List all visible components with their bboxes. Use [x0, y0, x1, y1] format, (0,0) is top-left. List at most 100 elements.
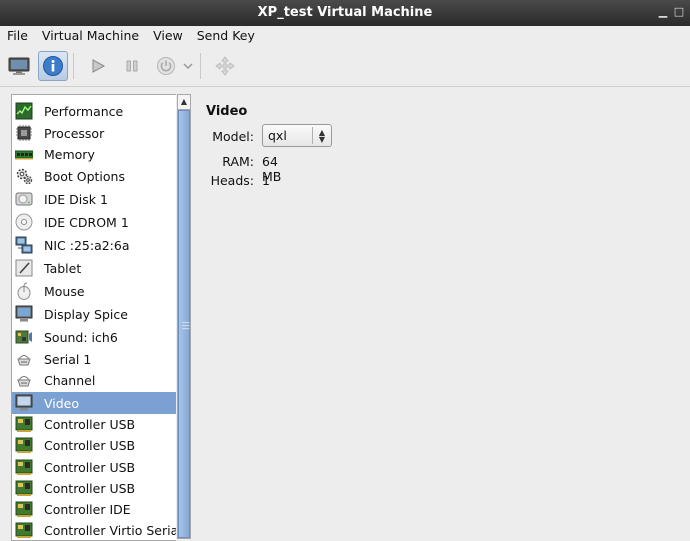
processor-icon — [16, 125, 32, 141]
hardware-list: Performance Processor Memory Boot Option… — [11, 94, 176, 541]
hardware-item-channel[interactable]: Channel — [12, 369, 176, 391]
hardware-item-label: Channel — [44, 372, 96, 388]
hardware-item-display-spice[interactable]: Display Spice — [12, 303, 176, 325]
ram-label: RAM: — [222, 154, 254, 169]
hardware-item-label: IDE Disk 1 — [44, 191, 108, 207]
controller-card-icon — [15, 459, 33, 475]
controller-card-icon — [15, 480, 33, 496]
sound-card-icon — [15, 330, 32, 344]
hardware-item-label: Video — [44, 395, 80, 411]
hardware-item-processor[interactable]: Processor — [12, 122, 176, 144]
hardware-item-video[interactable]: Video — [12, 392, 176, 414]
controller-card-icon — [15, 437, 33, 453]
console-view-button[interactable] — [4, 51, 34, 81]
details-view-button[interactable] — [38, 51, 68, 81]
hardware-item-memory[interactable]: Memory — [12, 143, 176, 165]
details-view-icon — [43, 56, 63, 76]
hardware-item-controller-virtio-serial[interactable]: Controller Virtio Serial — [12, 519, 176, 540]
hardware-item-controller-usb[interactable]: Controller USB — [12, 477, 176, 499]
hardware-item-label: Processor — [44, 125, 105, 141]
hardware-item-controller-usb[interactable]: Controller USB — [12, 413, 176, 435]
hardware-item-label: Boot Options — [44, 168, 125, 184]
hardware-item-mouse[interactable]: Mouse — [12, 280, 176, 302]
tablet-icon — [15, 259, 33, 277]
hard-disk-icon — [15, 192, 33, 206]
hardware-item-controller-usb[interactable]: Controller USB — [12, 456, 176, 478]
hardware-item-ide-disk-1[interactable]: IDE Disk 1 — [12, 188, 176, 210]
run-icon — [92, 59, 106, 73]
hardware-item-nic[interactable]: NIC :25:a2:6a — [12, 234, 176, 256]
controller-card-icon — [15, 501, 33, 517]
pause-icon — [126, 60, 138, 72]
menubar: File Virtual Machine View Send Key — [0, 26, 690, 46]
performance-icon — [15, 102, 33, 120]
run-button[interactable] — [83, 51, 113, 81]
minimize-icon[interactable]: ▁ — [656, 5, 670, 19]
hardware-item-label: Performance — [44, 103, 124, 119]
hardware-item-label: Mouse — [44, 283, 85, 299]
hardware-item-tablet[interactable]: Tablet — [12, 257, 176, 279]
menu-virtual-machine[interactable]: Virtual Machine — [35, 26, 146, 46]
hardware-item-label: IDE CDROM 1 — [44, 214, 129, 230]
section-title: Video — [206, 104, 248, 119]
monitor-icon — [15, 305, 33, 322]
menu-send-key[interactable]: Send Key — [190, 26, 262, 46]
scrollbar-thumb[interactable]: — — — — [178, 110, 190, 538]
menu-view[interactable]: View — [146, 26, 190, 46]
fullscreen-button[interactable] — [210, 51, 240, 81]
heads-value: 1 — [262, 173, 270, 188]
console-view-icon — [8, 57, 30, 75]
window-controls: ▁ □ — [656, 5, 686, 19]
power-icon — [157, 57, 175, 75]
grip-icon: — — — — [182, 318, 190, 333]
toolbar-separator — [200, 53, 201, 79]
model-label: Model: — [212, 129, 254, 144]
hardware-item-boot-options[interactable]: Boot Options — [12, 165, 176, 187]
hardware-item-controller-ide[interactable]: Controller IDE — [12, 498, 176, 520]
hardware-item-label: Controller USB — [44, 459, 136, 475]
window-titlebar: XP_test Virtual Machine ▁ □ — [0, 0, 690, 26]
network-icon — [15, 236, 33, 254]
model-select[interactable]: qxl ▲ ▼ — [262, 124, 332, 147]
fullscreen-icon — [215, 56, 235, 76]
hardware-item-serial-1[interactable]: Serial 1 — [12, 348, 176, 370]
hardware-item-label: Controller USB — [44, 416, 136, 432]
menu-file[interactable]: File — [0, 26, 35, 46]
gears-icon — [16, 168, 33, 185]
power-button[interactable] — [151, 51, 181, 81]
memory-icon — [15, 150, 33, 160]
pause-button[interactable] — [117, 51, 147, 81]
serial-port-icon — [17, 355, 31, 366]
power-dropdown-icon — [183, 63, 193, 70]
cdrom-icon — [15, 213, 33, 231]
scroll-up-icon[interactable]: ▲ — [178, 95, 190, 110]
up-down-arrows-icon: ▲ ▼ — [318, 127, 326, 144]
hardware-item-label: Serial 1 — [44, 351, 92, 367]
hardware-item-label: Controller USB — [44, 437, 136, 453]
hardware-item-label: Display Spice — [44, 306, 128, 322]
controller-card-icon — [15, 416, 33, 432]
channel-icon — [17, 376, 31, 387]
hardware-item-label: Controller USB — [44, 480, 136, 496]
model-select-value: qxl — [268, 128, 287, 143]
hardware-item-performance[interactable]: Performance — [12, 100, 176, 122]
hardware-item-label: Sound: ich6 — [44, 329, 118, 345]
hardware-item-sound[interactable]: Sound: ich6 — [12, 326, 176, 348]
hardware-item-ide-cdrom-1[interactable]: IDE CDROM 1 — [12, 211, 176, 233]
power-dropdown-button[interactable] — [181, 51, 195, 81]
window-title: XP_test Virtual Machine — [257, 5, 433, 20]
video-card-icon — [15, 394, 33, 411]
hardware-item-label: Controller Virtio Serial — [44, 522, 176, 538]
toolbar-separator — [73, 53, 74, 79]
hardware-item-label: Tablet — [44, 260, 82, 276]
heads-label: Heads: — [210, 173, 254, 188]
hardware-list-scrollbar[interactable]: ▲ — — — — [177, 94, 191, 539]
hardware-item-label: Memory — [44, 146, 95, 162]
hardware-item-label: Controller IDE — [44, 501, 131, 517]
mouse-icon — [17, 282, 31, 300]
toolbar — [0, 46, 690, 87]
hardware-item-controller-usb[interactable]: Controller USB — [12, 434, 176, 456]
controller-card-icon — [15, 522, 33, 538]
maximize-icon[interactable]: □ — [672, 5, 686, 19]
hardware-item-label: NIC :25:a2:6a — [44, 237, 130, 253]
